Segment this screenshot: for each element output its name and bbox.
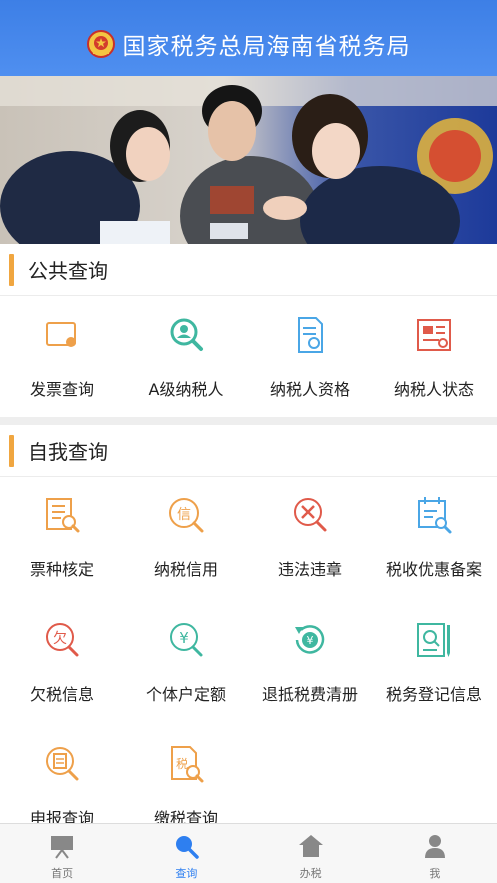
self-item-declaration-query[interactable]: 申报查询 [0, 727, 124, 837]
public-query-header: 公共查询 [0, 244, 497, 296]
violation-icon [294, 498, 327, 532]
self-item-individual-quota[interactable]: ¥ 个体户定额 [124, 603, 248, 713]
self-query-header: 自我查询 [0, 425, 497, 477]
search-icon [176, 836, 200, 859]
tab-label: 查询 [175, 867, 198, 880]
header-title: 国家税务总局海南省税务局 [122, 34, 411, 60]
self-item-tax-preference-filing[interactable]: 税收优惠备案 [372, 478, 496, 588]
tax-preference-filing-icon [418, 497, 452, 534]
house-icon [298, 835, 323, 857]
svg-text:税: 税 [176, 757, 188, 771]
grid-label: 个体户定额 [145, 685, 226, 704]
section-divider [0, 417, 497, 425]
grid-label: 发票查询 [29, 380, 94, 399]
self-item-tax-refund-list[interactable]: ¥ 退抵税费清册 [248, 603, 372, 713]
tax-arrears-icon: 欠 [46, 623, 79, 657]
grid-label: 税收优惠备案 [385, 560, 482, 579]
app-header: 国家税务总局海南省税务局 [0, 0, 497, 76]
grid-label: 税务登记信息 [385, 685, 482, 704]
tab-me[interactable]: 我 [373, 824, 497, 883]
tab-tax-handling[interactable]: 办税 [249, 824, 373, 883]
grid-label: 退抵税费清册 [261, 685, 358, 704]
grid-label: 票种核定 [29, 560, 94, 579]
grid-label: A级纳税人 [148, 380, 224, 399]
self-item-tax-arrears[interactable]: 欠 欠税信息 [0, 603, 124, 713]
tax-registration-icon [417, 623, 450, 657]
grid-label: 欠税信息 [29, 685, 94, 704]
taxpayer-qualification-icon [298, 317, 323, 353]
tab-home[interactable]: 首页 [0, 824, 124, 883]
self-item-tax-registration[interactable]: 税务登记信息 [372, 603, 496, 713]
banner-image [0, 76, 497, 244]
tax-refund-list-icon: ¥ [295, 625, 325, 654]
tab-label: 我 [429, 867, 441, 880]
tax-credit-icon: 信 [169, 498, 204, 533]
svg-text:¥: ¥ [179, 629, 189, 647]
section-accent-bar [9, 434, 14, 467]
public-item-a-level-taxpayer[interactable]: A级纳税人 [124, 298, 248, 408]
public-item-invoice-query[interactable]: 发票查询 [0, 298, 124, 408]
self-item-ticket-type-approval[interactable]: 票种核定 [0, 478, 124, 588]
tax-emblem-icon [86, 30, 115, 58]
tab-query[interactable]: 查询 [124, 824, 248, 883]
svg-text:信: 信 [177, 507, 191, 523]
home-board-icon [51, 836, 74, 859]
self-item-tax-credit[interactable]: 信 纳税信用 [124, 478, 248, 588]
tax-payment-query-icon: 税 [171, 746, 204, 783]
public-query-title: 公共查询 [28, 259, 108, 283]
self-query-title: 自我查询 [28, 440, 108, 464]
person-icon [424, 835, 445, 858]
taxpayer-status-icon [417, 319, 451, 351]
a-level-taxpayer-icon [170, 318, 203, 351]
invoice-query-icon [46, 322, 76, 347]
self-item-tax-payment-query[interactable]: 税 缴税查询 [124, 727, 248, 837]
bottom-tab-bar: 首页 查询 办税 我 [0, 823, 497, 883]
tab-label: 办税 [299, 867, 322, 880]
svg-text:欠: 欠 [53, 631, 67, 647]
ticket-type-approval-icon [46, 498, 80, 533]
grid-label: 纳税信用 [153, 560, 218, 579]
svg-text:¥: ¥ [307, 634, 314, 647]
declaration-query-icon [46, 747, 79, 781]
grid-label: 违法违章 [277, 560, 342, 579]
tab-label: 首页 [51, 867, 74, 880]
grid-label: 纳税人状态 [393, 380, 474, 399]
public-item-taxpayer-qualification[interactable]: 纳税人资格 [248, 298, 372, 408]
section-accent-bar [9, 253, 14, 286]
public-item-taxpayer-status[interactable]: 纳税人状态 [372, 298, 496, 408]
grid-label: 纳税人资格 [269, 380, 350, 399]
self-item-violation[interactable]: 违法违章 [248, 478, 372, 588]
individual-quota-icon: ¥ [170, 623, 203, 657]
